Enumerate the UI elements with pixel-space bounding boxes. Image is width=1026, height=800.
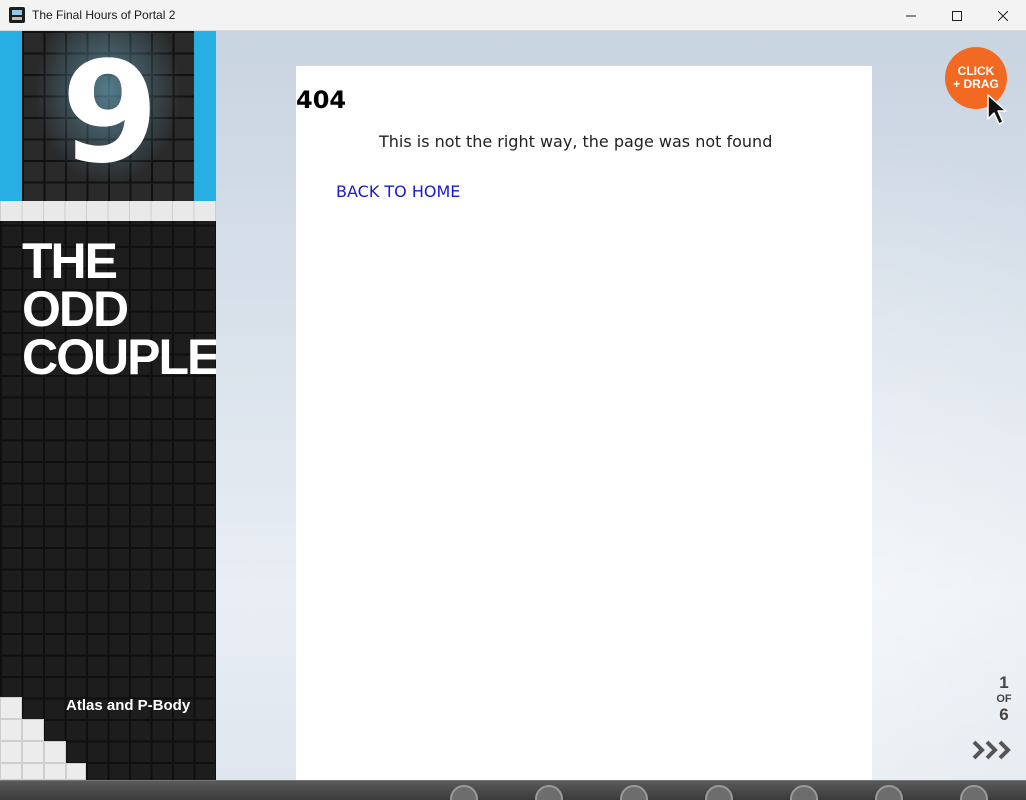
window-controls [888, 0, 1026, 31]
app-content: 9 THE ODD COUPLE Atlas and P-Body 404 Th… [0, 31, 1026, 780]
app-icon [9, 7, 25, 23]
minimize-button[interactable] [888, 0, 934, 31]
chapter-number: 9 [61, 32, 158, 195]
chapter-thumb-button[interactable] [705, 785, 733, 800]
decorative-tile [0, 719, 22, 741]
chapter-thumb-button[interactable] [875, 785, 903, 800]
chapter-title-line: COUPLE [22, 329, 216, 385]
maximize-button[interactable] [934, 0, 980, 31]
chapter-subtitle: Atlas and P-Body [66, 697, 191, 714]
chapter-title-line: ODD [22, 281, 129, 337]
maximize-icon [952, 10, 962, 21]
chapter-thumb-button[interactable] [450, 785, 478, 800]
decorative-tile [22, 763, 44, 780]
chapter-divider-strip [0, 201, 216, 221]
page-paper: 404 This is not the right way, the page … [296, 66, 872, 780]
chapter-title-line: THE [22, 233, 118, 289]
back-to-home-link[interactable]: BACK TO HOME [336, 182, 460, 201]
error-message: This is not the right way, the page was … [379, 132, 773, 151]
window-titlebar[interactable]: The Final Hours of Portal 2 [0, 0, 1026, 31]
close-icon [998, 10, 1008, 21]
chapter-panel[interactable]: 9 THE ODD COUPLE Atlas and P-Body [0, 31, 216, 780]
page-of-label: OF [996, 693, 1012, 705]
decorative-tile [66, 763, 86, 780]
close-button[interactable] [980, 0, 1026, 31]
bottom-chapter-bar[interactable] [0, 780, 1026, 800]
error-code-heading: 404 [296, 86, 347, 114]
decorative-tile [44, 741, 66, 763]
chapter-thumb-button[interactable] [535, 785, 563, 800]
minimize-icon [906, 15, 916, 16]
decorative-tile [0, 741, 22, 763]
chapter-thumb-button[interactable] [790, 785, 818, 800]
click-drag-line: + DRAG [953, 77, 999, 91]
decorative-tile [0, 697, 22, 719]
decorative-tile [0, 763, 22, 780]
decorative-tile [44, 763, 66, 780]
window-title: The Final Hours of Portal 2 [32, 8, 176, 22]
chapter-title: THE ODD COUPLE [22, 233, 216, 385]
page-counter: 1 OF 6 [982, 674, 1026, 724]
current-page-number: 1 [999, 673, 1009, 692]
decorative-tile [22, 741, 44, 763]
mouse-pointer-icon [987, 94, 1007, 125]
chapter-thumb-button[interactable] [960, 785, 988, 800]
total-pages-number: 6 [999, 705, 1009, 724]
chapter-thumb-button[interactable] [620, 785, 648, 800]
triple-chevron-right-icon[interactable] [970, 739, 1014, 761]
decorative-tile [22, 719, 44, 741]
